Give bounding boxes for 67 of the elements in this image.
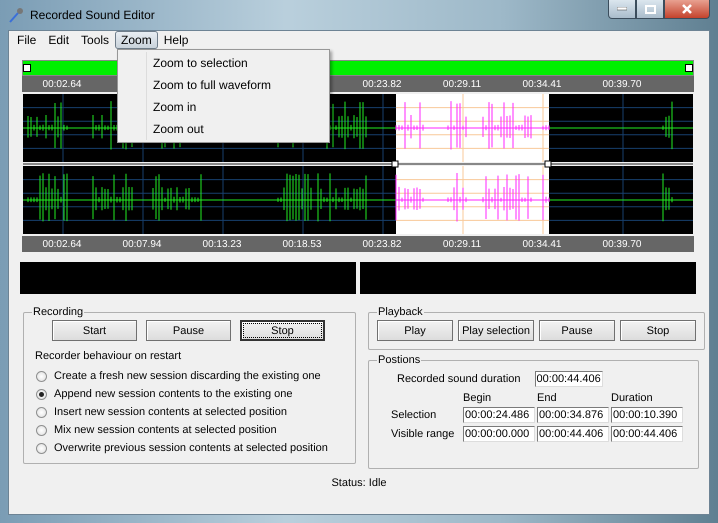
time-label: 00:23.82 xyxy=(362,238,402,250)
time-label: 00:34.41 xyxy=(522,238,562,250)
radio-button[interactable] xyxy=(36,388,47,400)
playback-button[interactable]: Play xyxy=(377,320,453,341)
radio-button[interactable] xyxy=(36,442,47,454)
row-label: Visible range xyxy=(390,428,456,440)
options-label: Recorder behaviour on restart xyxy=(35,350,182,362)
time-label: 00:34.41 xyxy=(522,78,562,90)
radio-label[interactable]: Insert new session contents at selected position xyxy=(54,406,287,418)
radio-button[interactable] xyxy=(36,424,47,436)
time-label: 00:02.64 xyxy=(42,78,82,90)
playback-button[interactable]: Pause xyxy=(539,320,615,341)
scroll-handle[interactable] xyxy=(685,64,693,72)
playback-button[interactable]: Stop xyxy=(620,320,696,341)
time-label: 00:29.11 xyxy=(442,78,482,90)
group-title: Postions xyxy=(377,354,422,366)
record-button[interactable]: Pause xyxy=(146,320,231,341)
row-label: Selection xyxy=(390,409,438,421)
menu-option[interactable]: Zoom in xyxy=(118,96,329,118)
radio-button[interactable] xyxy=(36,406,47,418)
close-icon xyxy=(681,4,693,14)
duration-field[interactable]: 00:00:44.406 xyxy=(534,371,603,387)
menu-option[interactable]: Zoom out xyxy=(118,118,329,140)
menu-item[interactable]: Zoom xyxy=(115,31,158,49)
menu-option[interactable]: Zoom to full waveform xyxy=(118,74,329,96)
time-field[interactable]: 00:00:34.876 xyxy=(537,407,609,423)
column-header: End xyxy=(537,392,558,404)
time-label: 00:29.11 xyxy=(442,238,482,250)
column-header: Begin xyxy=(463,392,492,404)
microphone-icon xyxy=(8,7,24,23)
time-label: 00:13.23 xyxy=(202,238,242,250)
record-button[interactable]: Stop xyxy=(240,320,325,341)
menu-item[interactable]: File xyxy=(11,31,42,49)
time-field[interactable]: 00:00:10.390 xyxy=(611,407,683,423)
maximize-button[interactable] xyxy=(636,0,664,19)
window-title: Recorded Sound Editor xyxy=(30,8,156,22)
minimize-icon xyxy=(617,7,627,11)
maximize-icon xyxy=(644,4,656,14)
close-button[interactable] xyxy=(664,0,710,19)
radio-label[interactable]: Create a fresh new session discarding the existing one xyxy=(54,370,321,382)
radio-label[interactable]: Mix new session contents at selected position xyxy=(54,424,277,436)
time-label: 00:39.70 xyxy=(602,238,642,250)
time-label: 00:23.82 xyxy=(362,78,402,90)
menu-option[interactable]: Zoom to selection xyxy=(118,52,329,74)
radio-label[interactable]: Overwrite previous session contents at selected position xyxy=(54,442,328,454)
menu-item[interactable]: Help xyxy=(158,31,194,49)
time-field[interactable]: 00:00:24.486 xyxy=(463,407,535,423)
time-label: 00:18.53 xyxy=(282,238,322,250)
menu-item[interactable]: Tools xyxy=(75,31,116,49)
time-label: 00:02.64 xyxy=(42,238,82,250)
field-label: Recorded sound duration xyxy=(397,373,521,385)
radio-button[interactable] xyxy=(36,370,47,382)
time-field[interactable]: 00:00:44.406 xyxy=(611,426,683,442)
group-title: Playback xyxy=(377,306,424,318)
record-button[interactable]: Start xyxy=(52,320,137,341)
time-label: 00:07.94 xyxy=(122,238,162,250)
menu-item[interactable]: Edit xyxy=(42,31,76,49)
radio-label[interactable]: Append new session contents to the existing one xyxy=(54,388,292,400)
column-header: Duration xyxy=(611,392,654,404)
time-field[interactable]: 00:00:00.000 xyxy=(463,426,535,442)
status-text: Status: Idle xyxy=(330,477,388,489)
scroll-handle[interactable] xyxy=(23,64,31,72)
group-title: Recording xyxy=(32,306,84,318)
playback-button[interactable]: Play selection xyxy=(458,320,534,341)
minimize-button[interactable] xyxy=(608,0,636,19)
time-label: 00:39.70 xyxy=(602,78,642,90)
time-field[interactable]: 00:00:44.406 xyxy=(537,426,609,442)
